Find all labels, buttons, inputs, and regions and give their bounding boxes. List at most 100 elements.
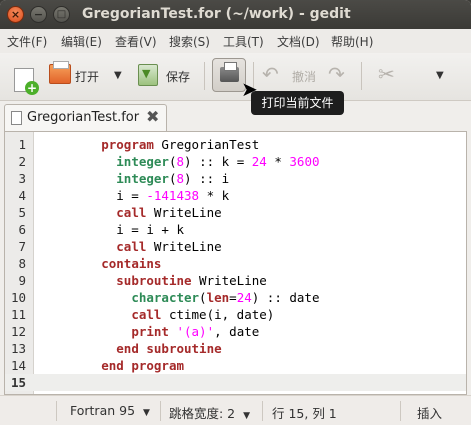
line-number: 1 — [18, 137, 26, 152]
code-text: contains — [101, 256, 162, 271]
code-text: call WriteLine — [116, 239, 222, 254]
undo-icon: ↶ — [262, 62, 279, 86]
redo-button[interactable]: ↷ — [328, 60, 352, 92]
code-text: i = i + k — [41, 222, 184, 237]
menu-search[interactable]: 搜索(S) — [169, 33, 210, 50]
menu-documents[interactable]: 文档(D) — [277, 33, 320, 50]
code-text: call ctime(i, date) — [131, 307, 275, 322]
code-text: call WriteLine — [116, 205, 222, 220]
chevron-down-icon: ▼ — [114, 70, 122, 81]
save-icon — [138, 64, 158, 86]
printer-icon — [220, 62, 239, 82]
close-tab-icon[interactable]: ✖ — [146, 107, 159, 126]
folder-icon — [49, 61, 71, 84]
code-text: integer(8) :: k = 24 * 3600 — [116, 154, 320, 169]
status-separator — [160, 401, 161, 421]
line-number: 14 — [10, 358, 26, 373]
language-selector[interactable]: Fortran 95 ▼ — [70, 403, 150, 418]
title-bar: × − □ GregorianTest.for (~/work) - gedit — [0, 0, 471, 29]
code-line[interactable]: 9 subroutine WriteLine — [5, 272, 466, 289]
code-line[interactable]: 13 end subroutine — [5, 340, 466, 357]
line-number: 15 — [10, 375, 26, 390]
code-text: print '(a)', date — [131, 324, 260, 339]
code-line[interactable]: 8 contains — [5, 255, 466, 272]
code-text: program GregorianTest — [101, 137, 260, 152]
maximize-window-button[interactable]: □ — [53, 6, 70, 23]
code-line[interactable]: 15 — [5, 374, 466, 391]
code-text: end program — [101, 358, 185, 373]
chevron-down-icon: ▼ — [436, 70, 444, 81]
window-title: GregorianTest.for (~/work) - gedit — [82, 6, 351, 22]
code-line[interactable]: 3 integer(8) :: i — [5, 170, 466, 187]
code-text: subroutine WriteLine — [116, 273, 267, 288]
close-window-button[interactable]: × — [7, 6, 24, 23]
line-number: 2 — [18, 154, 26, 169]
toolbar-separator — [204, 62, 205, 90]
menu-view[interactable]: 查看(V) — [115, 33, 157, 50]
menu-file[interactable]: 文件(F) — [7, 33, 47, 50]
code-line[interactable]: 11 call ctime(i, date) — [5, 306, 466, 323]
chevron-down-icon: ▼ — [243, 411, 251, 421]
menu-help[interactable]: 帮助(H) — [331, 33, 373, 50]
menu-tools[interactable]: 工具(T) — [223, 33, 264, 50]
code-line[interactable]: 4 i = -141438 * k — [5, 187, 466, 204]
code-line[interactable]: 12 print '(a)', date — [5, 323, 466, 340]
save-label: 保存 — [166, 70, 191, 84]
print-tooltip: 打印当前文件 — [251, 91, 344, 115]
open-label: 打开 — [75, 70, 100, 84]
toolbar-separator — [361, 62, 362, 90]
code-line[interactable]: 14 end program — [5, 357, 466, 374]
gedit-window: × − □ GregorianTest.for (~/work) - gedit… — [0, 0, 471, 425]
cut-button[interactable]: ✂ — [378, 60, 402, 92]
undo-label: 撤消 — [292, 70, 317, 84]
chevron-down-icon: ▼ — [143, 408, 150, 418]
document-icon — [11, 111, 22, 125]
line-number: 6 — [18, 222, 26, 237]
code-line[interactable]: 7 call WriteLine — [5, 238, 466, 255]
code-text: integer(8) :: i — [116, 171, 230, 186]
toolbar-overflow-button[interactable]: ▼ — [434, 60, 450, 92]
code-text: i = -141438 * k — [41, 188, 230, 203]
code-editor[interactable]: 1 program GregorianTest 2 integer(8) :: k… — [4, 131, 467, 395]
status-separator — [56, 401, 57, 421]
code-text: character(len=24) :: date — [131, 290, 320, 305]
code-line[interactable]: 6 i = i + k — [5, 221, 466, 238]
scissors-icon: ✂ — [378, 62, 395, 86]
line-number: 11 — [10, 307, 26, 322]
status-separator — [400, 401, 401, 421]
tab-width-label: 跳格宽度: 2 — [169, 406, 236, 421]
tab-width-selector[interactable]: 跳格宽度: 2 ▼ — [169, 403, 250, 422]
toolbar: + 打开 ▼ 保存 ↶ 撤消 ↷ ✂ ▼ — [0, 53, 471, 101]
new-document-icon: + — [14, 68, 39, 95]
line-number: 3 — [18, 171, 26, 186]
save-button[interactable]: 保存 — [138, 60, 198, 92]
open-recent-dropdown[interactable]: ▼ — [112, 60, 128, 92]
line-number: 10 — [10, 290, 26, 305]
undo-button[interactable]: ↶ 撤消 — [262, 60, 322, 92]
language-label: Fortran 95 — [70, 403, 136, 418]
line-number: 8 — [18, 256, 26, 271]
menu-edit[interactable]: 编辑(E) — [61, 33, 102, 50]
minimize-window-button[interactable]: − — [30, 6, 47, 23]
code-line[interactable]: 10 character(len=24) :: date — [5, 289, 466, 306]
open-button[interactable]: 打开 — [49, 60, 107, 92]
line-number: 4 — [18, 188, 26, 203]
code-line[interactable]: 1 program GregorianTest — [5, 136, 466, 153]
code-text: end subroutine — [116, 341, 222, 356]
line-number: 7 — [18, 239, 26, 254]
status-bar: Fortran 95 ▼ 跳格宽度: 2 ▼ 行 15, 列 1 插入 — [0, 395, 471, 425]
line-number: 12 — [10, 324, 26, 339]
tab-bar: GregorianTest.for ✖ — [0, 101, 471, 132]
cursor-position: 行 15, 列 1 — [272, 406, 337, 421]
insert-mode: 插入 — [417, 406, 443, 421]
menu-bar: 文件(F) 编辑(E) 查看(V) 搜索(S) 工具(T) 文档(D) 帮助(H… — [0, 29, 471, 53]
redo-icon: ↷ — [328, 62, 345, 86]
line-number: 9 — [18, 273, 26, 288]
tab-label: GregorianTest.for — [27, 110, 140, 125]
line-number: 13 — [10, 341, 26, 356]
line-number: 5 — [18, 205, 26, 220]
new-document-button[interactable]: + — [0, 60, 42, 95]
code-line[interactable]: 2 integer(8) :: k = 24 * 3600 — [5, 153, 466, 170]
code-line[interactable]: 5 call WriteLine — [5, 204, 466, 221]
document-tab[interactable]: GregorianTest.for ✖ — [4, 104, 167, 132]
